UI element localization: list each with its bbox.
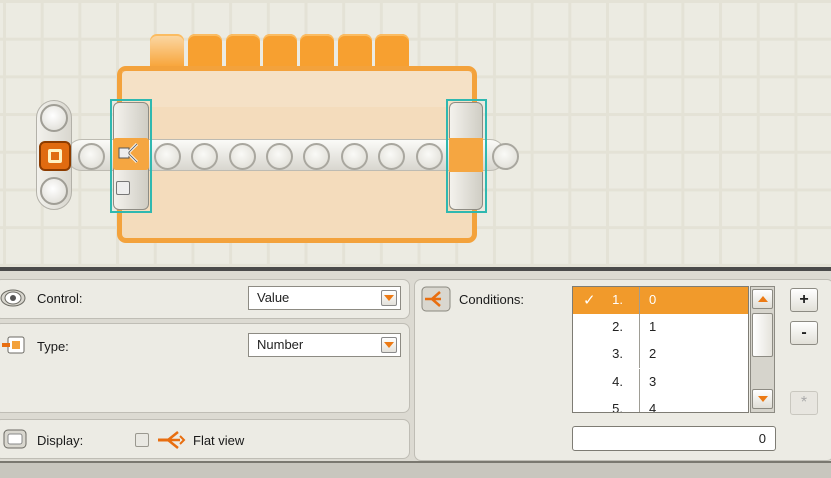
condition-row-3[interactable]: 3. 2 — [573, 341, 748, 368]
remove-condition-button[interactable]: - — [790, 321, 818, 345]
column-separator — [639, 314, 640, 341]
conditions-scrollbar[interactable] — [750, 286, 775, 413]
column-separator — [639, 287, 640, 314]
condition-value: 2 — [649, 346, 657, 361]
condition-number: 2. — [612, 319, 623, 334]
eye-icon — [0, 289, 26, 307]
beam-hub — [78, 143, 105, 170]
condition-number: 4. — [612, 374, 623, 389]
column-separator — [639, 396, 640, 412]
beam-hub — [492, 143, 519, 170]
beam-hub — [266, 143, 293, 170]
condition-number: 1. — [612, 292, 623, 307]
control-select[interactable]: Value — [248, 286, 401, 310]
conditions-icon — [421, 286, 451, 312]
type-plug-icon — [2, 336, 25, 354]
condition-row-4[interactable]: 4. 3 — [573, 369, 748, 396]
scroll-up-icon[interactable] — [752, 289, 773, 309]
add-condition-button[interactable]: + — [790, 288, 818, 312]
scroll-down-icon[interactable] — [752, 389, 773, 409]
display-icon — [3, 429, 27, 449]
beam-hub — [341, 143, 368, 170]
beam-hub — [229, 143, 256, 170]
scroll-thumb[interactable] — [752, 313, 773, 357]
program-canvas[interactable] — [0, 0, 831, 268]
condition-value: 1 — [649, 319, 657, 334]
beam-hub — [416, 143, 443, 170]
bottom-bar — [0, 461, 831, 478]
default-condition-button[interactable]: * — [790, 391, 818, 415]
display-label: Display: — [37, 433, 84, 448]
beam-hub — [303, 143, 330, 170]
condition-row-5[interactable]: 5. 4 — [573, 396, 748, 413]
beam-hub — [378, 143, 405, 170]
chevron-down-icon[interactable] — [381, 290, 397, 306]
condition-number: 5. — [612, 401, 623, 413]
conditions-list[interactable]: ✓ 1. 0 2. 1 3. 2 4. 3 5. 4 — [572, 286, 749, 413]
flat-view-icon — [158, 431, 186, 449]
switch-tab-7[interactable] — [375, 34, 409, 70]
switch-tab-4[interactable] — [263, 34, 297, 70]
switch-tab-6[interactable] — [338, 34, 372, 70]
condition-row-1[interactable]: ✓ 1. 0 — [573, 287, 748, 314]
switch-tab-5[interactable] — [300, 34, 334, 70]
type-select-value: Number — [257, 337, 304, 352]
chevron-down-icon[interactable] — [381, 337, 397, 353]
beam-hub — [154, 143, 181, 170]
flat-view-checkbox[interactable] — [135, 433, 149, 447]
checkmark-icon: ✓ — [583, 292, 596, 309]
condition-value: 3 — [649, 374, 657, 389]
start-hub — [40, 177, 68, 205]
type-label: Type: — [37, 339, 69, 354]
switch-tab-2[interactable] — [188, 34, 222, 70]
condition-row-2[interactable]: 2. 1 — [573, 314, 748, 341]
condition-number: 3. — [612, 346, 623, 361]
control-select-value: Value — [257, 290, 290, 305]
start-icon[interactable] — [39, 141, 71, 171]
condition-value: 0 — [649, 292, 657, 307]
condition-value: 4 — [649, 401, 657, 413]
control-label: Control: — [37, 291, 83, 306]
type-select[interactable]: Number — [248, 333, 401, 357]
condition-value-input[interactable]: 0 — [572, 426, 776, 451]
start-hub — [40, 104, 68, 132]
beam-hub — [191, 143, 218, 170]
switch-tab-1[interactable] — [150, 34, 184, 70]
conditions-label: Conditions: — [459, 292, 525, 307]
switch-exit-frame — [446, 99, 487, 213]
switch-entry-frame — [110, 99, 152, 213]
column-separator — [639, 341, 640, 368]
flat-view-label: Flat view — [193, 433, 245, 448]
switch-tab-3[interactable] — [226, 34, 260, 70]
column-separator — [639, 369, 640, 396]
